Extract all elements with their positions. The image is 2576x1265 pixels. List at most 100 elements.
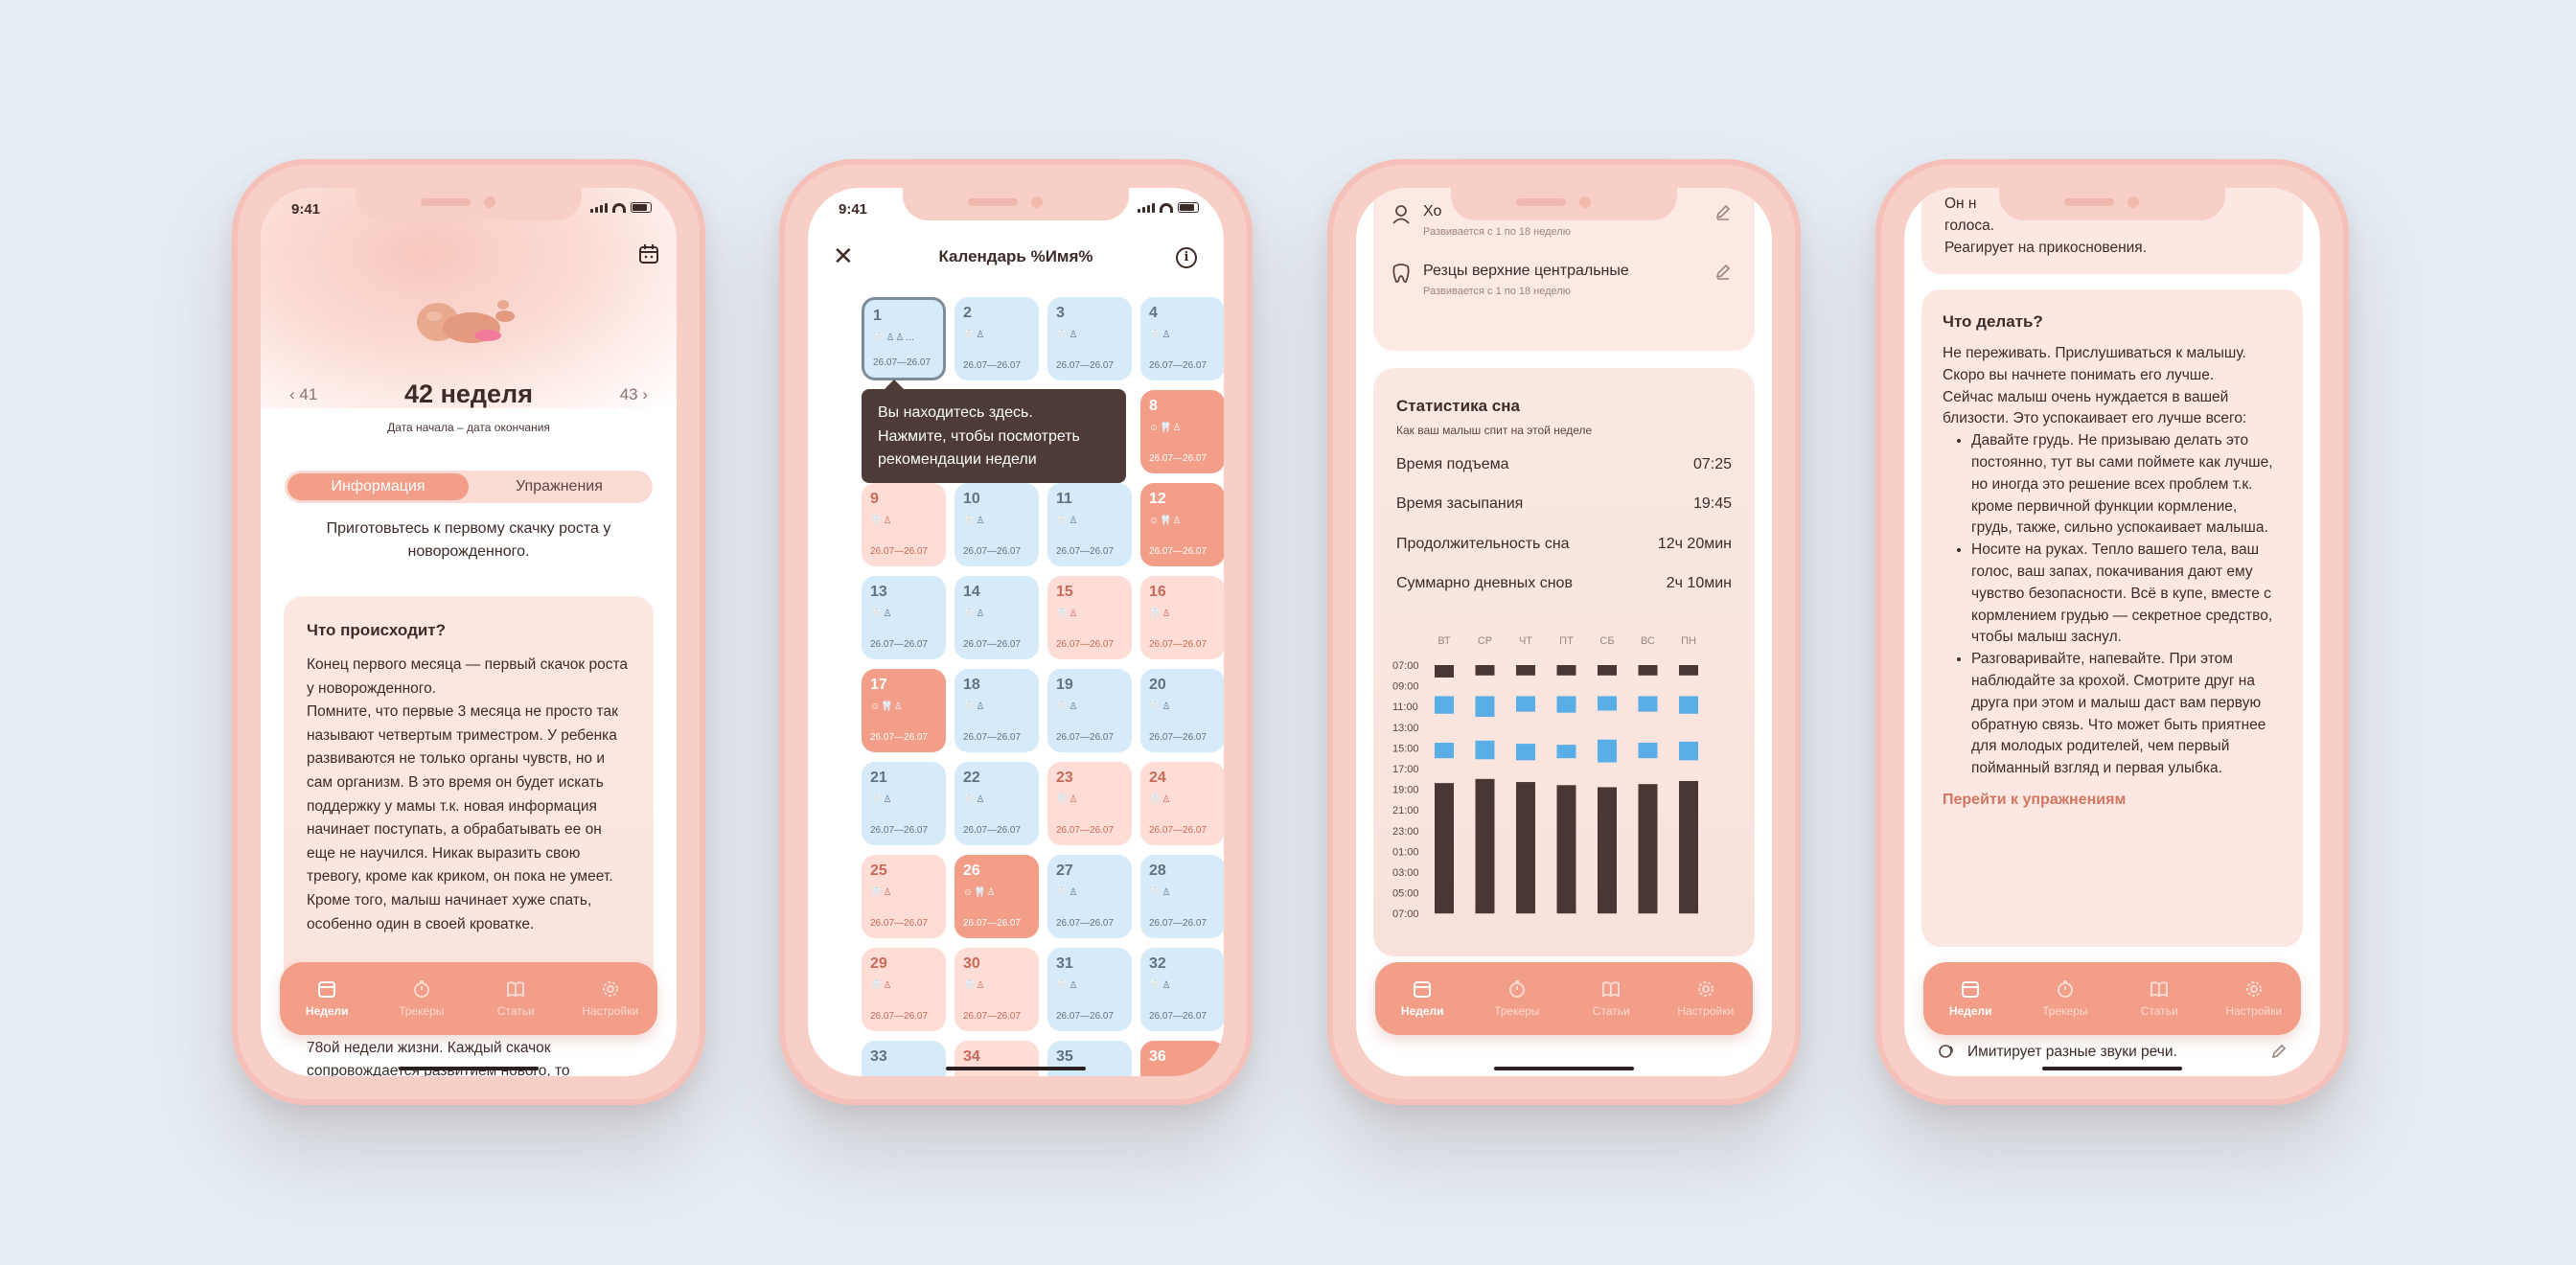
milestone-icons: 🦷♙ [870,609,893,619]
tab-label: Настройки [2225,1004,2283,1018]
week-cell-20[interactable]: 20 🦷♙ 26.07—26.07 [1140,669,1224,752]
week-dates: 26.07—26.07 [963,639,1022,650]
tab-label: Статьи [2140,1004,2178,1018]
tab-label: Недели [305,1004,349,1018]
milestone-icons: 🦷♙ [963,609,986,619]
bottom-tab-bar: Недели Трекеры Статьи Настройки [1923,962,2301,1035]
week-cell-29[interactable]: 29 🦷♙ 26.07—26.07 [862,948,946,1031]
week-cell-22[interactable]: 22 🦷♙ 26.07—26.07 [954,762,1039,845]
tab-weeks[interactable]: Недели [1923,962,2018,1035]
item-label: Резцы верхние центральные [1423,263,1629,279]
stat-label: Продолжительность сна [1396,536,1570,552]
week-cell-13[interactable]: 13 🦷♙ 26.07—26.07 [862,576,946,659]
item-sub: Развивается с 1 по 18 неделю [1423,286,1571,297]
stat-row: Время засыпания 19:45 [1396,495,1732,513]
stat-value: 19:45 [1692,495,1732,512]
week-cell-18[interactable]: 18 🦷♙ 26.07—26.07 [954,669,1039,752]
evening-sleep-bar [1679,780,1698,914]
week-cell-26[interactable]: 26 ☺🦷♙ 26.07—26.07 [954,855,1039,938]
week-dates: 26.07—26.07 [963,918,1022,929]
week-cell-31[interactable]: 31 🦷♙ 26.07—26.07 [1047,948,1132,1031]
week-number: 30 [963,955,980,972]
tab-articles[interactable]: Статьи [1564,962,1659,1035]
tab-trackers[interactable]: Трекеры [1470,962,1565,1035]
tab-settings[interactable]: Настройки [1659,962,1754,1035]
time-tick: 07:00 [1392,660,1419,672]
week-cell-1[interactable]: 1 🦷♙♙… 26.07—26.07 [862,297,946,380]
baby-icon [1392,205,1410,224]
week-cell-15[interactable]: 15 🦷♙ 26.07—26.07 [1047,576,1132,659]
screen: Хо Развивается с 1 по 18 неделю Резцы ве… [1356,188,1772,1076]
current-week-tooltip[interactable]: Вы находитесь здесь. Нажмите, чтобы посм… [862,380,1126,483]
card-text: Конец первого месяца — первый скачок рос… [307,656,629,932]
night-sleep-bar [1475,665,1495,676]
week-cell-36[interactable]: 36 [1140,1041,1224,1076]
week-number: 13 [870,584,887,600]
edit-icon[interactable] [2270,1043,2288,1060]
tab-weeks[interactable]: Недели [1375,962,1470,1035]
week-lead-text: Приготовьтесь к первому скачку роста у н… [326,520,611,560]
day-nap-bar [1679,741,1698,761]
stat-label: Суммарно дневных снов [1396,575,1573,591]
week-cell-16[interactable]: 16 🦷♙ 26.07—26.07 [1140,576,1224,659]
tab-weeks[interactable]: Недели [280,962,375,1035]
week-cell-12[interactable]: 12 ☺🦷♙ 26.07—26.07 [1140,483,1224,566]
evening-sleep-bar [1516,782,1535,914]
card-title: Что делать? [1943,312,2043,331]
segmented-control: Информация Упражнения [285,471,653,503]
week-cell-3[interactable]: 3 🦷♙ 26.07—26.07 [1047,297,1132,380]
tab-trackers[interactable]: Трекеры [2018,962,2113,1035]
tab-exercises[interactable]: Упражнения [469,473,650,500]
tab-settings[interactable]: Настройки [2207,962,2302,1035]
week-cell-28[interactable]: 28 🦷♙ 26.07—26.07 [1140,855,1224,938]
week-cell-4[interactable]: 4 🦷♙ 26.07—26.07 [1140,297,1224,380]
week-cell-17[interactable]: 17 ☺🦷♙ 26.07—26.07 [862,669,946,752]
week-cell-9[interactable]: 9 🦷♙ 26.07—26.07 [862,483,946,566]
week-cell-30[interactable]: 30 🦷♙ 26.07—26.07 [954,948,1039,1031]
week-cell-33[interactable]: 33 [862,1041,946,1076]
bottom-tab-bar: Недели Трекеры Статьи Настройки [1375,962,1753,1035]
week-cell-2[interactable]: 2 🦷♙ 26.07—26.07 [954,297,1039,380]
tab-articles[interactable]: Статьи [2112,962,2207,1035]
battery-icon [1178,202,1199,213]
week-cell-21[interactable]: 21 🦷♙ 26.07—26.07 [862,762,946,845]
week-number: 22 [963,770,980,786]
week-cell-24[interactable]: 24 🦷♙ 26.07—26.07 [1140,762,1224,845]
week-cell-19[interactable]: 19 🦷♙ 26.07—26.07 [1047,669,1132,752]
week-cell-14[interactable]: 14 🦷♙ 26.07—26.07 [954,576,1039,659]
tab-information[interactable]: Информация [288,473,469,500]
week-cell-23[interactable]: 23 🦷♙ 26.07—26.07 [1047,762,1132,845]
week-number: 23 [1056,770,1073,786]
time-tick: 11:00 [1392,702,1418,713]
week-cell-27[interactable]: 27 🦷♙ 26.07—26.07 [1047,855,1132,938]
week-number: 25 [870,862,887,879]
week-cell-10[interactable]: 10 🦷♙ 26.07—26.07 [954,483,1039,566]
week-cell-32[interactable]: 32 🦷♙ 26.07—26.07 [1140,948,1224,1031]
week-number: 1 [873,308,882,324]
go-to-exercises-link[interactable]: Перейти к упражнениям [1943,792,2282,809]
milestone-icons: 🦷♙ [1056,609,1079,619]
week-cell-35[interactable]: 35 [1047,1041,1132,1076]
week-dates: 26.07—26.07 [1149,825,1208,836]
milestone-icons: 🦷♙ [870,794,893,805]
tab-trackers[interactable]: Трекеры [375,962,470,1035]
signal-icon [590,202,608,213]
stat-label: Время подъема [1396,456,1509,472]
next-week-button[interactable]: 43 › [620,385,648,404]
week-dates: 26.07—26.07 [1056,825,1115,836]
edit-icon[interactable] [1714,203,1732,220]
week-cell-25[interactable]: 25 🦷♙ 26.07—26.07 [862,855,946,938]
screen: 9:41 ✕ Календарь %Имя% i 1 🦷♙♙… 26.07—26.0… [808,188,1224,1076]
day-nap-bar [1638,743,1658,759]
week-cell-34[interactable]: 34 [954,1041,1039,1076]
milestone-icons: 🦷♙ [1149,609,1172,619]
calendar-icon[interactable] [638,243,659,264]
tab-settings[interactable]: Настройки [564,962,658,1035]
tab-articles[interactable]: Статьи [469,962,564,1035]
screen: Он н голоса. Реагирует на прикосновения.… [1904,188,2320,1076]
week-cell-11[interactable]: 11 🦷♙ 26.07—26.07 [1047,483,1132,566]
week-cell-8[interactable]: 8 ☺🦷♙ 26.07—26.07 [1140,390,1224,473]
info-icon[interactable]: i [1176,247,1197,268]
day-label: ПТ [1559,635,1574,647]
edit-icon[interactable] [1714,263,1732,280]
